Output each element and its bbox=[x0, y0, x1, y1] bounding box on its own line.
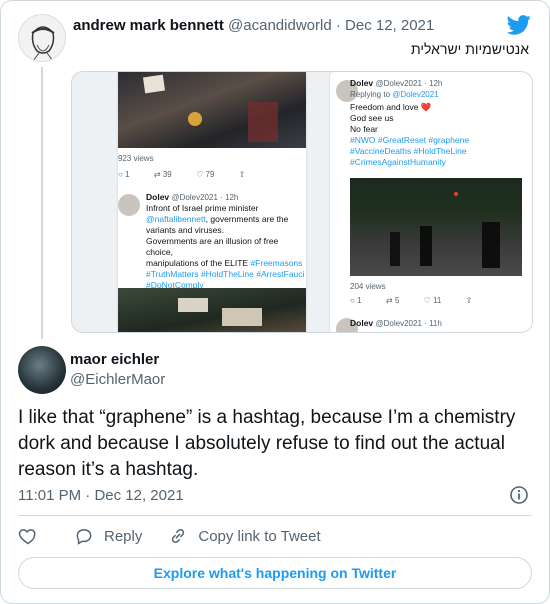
divider bbox=[18, 515, 532, 516]
like-count: ♡ 11 bbox=[423, 296, 442, 305]
street-figure bbox=[390, 232, 400, 266]
embedded-handle-time: @Dolev2021 · 12h bbox=[375, 79, 443, 88]
author-handle[interactable]: @EichlerMaor bbox=[70, 371, 165, 388]
meta-separator: · bbox=[335, 17, 341, 34]
protest-sign bbox=[222, 308, 262, 326]
embedded-tweet-right: Dolev @Dolev2021 · 12h Replying to @Dole… bbox=[330, 72, 532, 332]
meta-separator: · bbox=[85, 487, 91, 504]
tweet-timestamp[interactable]: 11:01 PM · Dec 12, 2021 bbox=[18, 487, 184, 504]
embedded-handle-time: @Dolev2021 · 12h bbox=[171, 193, 239, 202]
embedded-hashtags: #NWO #GreatReset #graphene bbox=[350, 135, 470, 145]
protest-photo bbox=[118, 288, 306, 332]
night-street-photo bbox=[350, 178, 522, 276]
embedded-line: manipulations of the ELITE bbox=[146, 258, 249, 268]
embedded-author: Dolev bbox=[146, 192, 170, 202]
author-name[interactable]: maor eichler bbox=[70, 351, 159, 368]
embedded-mention: @naftalibennett bbox=[146, 214, 206, 224]
reply-button[interactable]: Reply bbox=[74, 526, 142, 546]
embedded-tweet-body: Dolev @Dolev2021 · 12h Replying to @Dole… bbox=[350, 78, 530, 168]
author-avatar-andrew[interactable] bbox=[18, 14, 66, 62]
embedded-hashtags: #VaccineDeaths #HoldTheLine bbox=[350, 146, 467, 156]
embedded-hashtag: #Freemasons bbox=[250, 258, 303, 268]
embedded-actions: ○ 1 ⇄ 39 ♡ 79 ⇧ bbox=[118, 169, 268, 179]
embedded-author: Dolev bbox=[350, 78, 374, 88]
tweet-media-image[interactable]: 923 views ○ 1 ⇄ 39 ♡ 79 ⇧ Dolev @Dolev20… bbox=[71, 71, 533, 333]
embedded-hashtags: #TruthMatters #HoldTheLine #ArrestFauci bbox=[146, 269, 305, 279]
copy-link-label: Copy link to Tweet bbox=[198, 527, 321, 545]
traffic-light bbox=[454, 192, 458, 196]
embedded-avatar bbox=[118, 194, 140, 216]
embedded-line: Governments are an illusion of free choi… bbox=[146, 236, 279, 257]
embedded-line: Freedom and love bbox=[350, 102, 419, 112]
like-button[interactable] bbox=[18, 526, 48, 546]
twitter-bird-icon[interactable] bbox=[507, 15, 531, 35]
like-count: ♡ 79 bbox=[196, 170, 215, 179]
view-count: 923 views bbox=[118, 154, 154, 163]
heart-icon bbox=[18, 529, 36, 545]
share-icon: ⇧ bbox=[238, 170, 246, 179]
explore-twitter-button[interactable]: Explore what's happening on Twitter bbox=[18, 557, 532, 589]
reply-bubble-icon bbox=[76, 528, 92, 545]
author-name[interactable]: andrew mark bennett bbox=[73, 17, 224, 34]
author-handle[interactable]: @acandidworld bbox=[228, 17, 332, 34]
thread-connector bbox=[41, 67, 43, 339]
copy-link-button[interactable]: Copy link to Tweet bbox=[168, 526, 321, 546]
embedded-tweet-next: Dolev @Dolev2021 · 11h bbox=[350, 318, 442, 328]
crowd-figure bbox=[188, 112, 202, 126]
replying-to-label: Replying to bbox=[350, 90, 391, 99]
crowd-figure bbox=[248, 102, 278, 142]
embedded-handle-time: @Dolev2021 · 11h bbox=[375, 319, 442, 328]
embedded-hashtags: #CrimesAgainstHumanity bbox=[350, 157, 446, 167]
embedded-tweet-body: Dolev @Dolev2021 · 12h Infront of Israel… bbox=[146, 192, 306, 291]
embedded-line: , governments are the bbox=[205, 214, 289, 224]
tweet-time: 11:01 PM bbox=[18, 487, 82, 504]
retweet-count: ⇄ 39 bbox=[153, 170, 172, 179]
sketch-portrait-icon bbox=[31, 26, 55, 61]
embedded-tweet-left: 923 views ○ 1 ⇄ 39 ♡ 79 ⇧ Dolev @Dolev20… bbox=[118, 72, 306, 332]
author-avatar-maor[interactable] bbox=[18, 346, 66, 394]
tweet-date: Dec 12, 2021 bbox=[94, 487, 184, 504]
protest-sign bbox=[178, 298, 208, 312]
street-figure bbox=[420, 226, 432, 266]
tweet-date[interactable]: Dec 12, 2021 bbox=[345, 17, 434, 34]
replying-to-handle: @Dolev2021 bbox=[392, 90, 439, 99]
embedded-actions: ○ 1 ⇄ 5 ♡ 11 ⇧ bbox=[350, 295, 494, 305]
view-count: 204 views bbox=[350, 282, 386, 291]
crowd-photo bbox=[118, 72, 306, 148]
tweet-text: I like that “graphene” is a hashtag, bec… bbox=[18, 407, 516, 480]
reply-count: ○ 1 bbox=[118, 170, 130, 179]
reply-count: ○ 1 bbox=[350, 296, 362, 305]
tweet-actions: Reply Copy link to Tweet bbox=[18, 525, 347, 547]
protest-sign bbox=[142, 74, 166, 94]
embedded-line: God see us bbox=[350, 113, 394, 123]
info-icon[interactable] bbox=[509, 485, 529, 505]
heart-emoji: ❤️ bbox=[420, 102, 432, 112]
link-icon bbox=[172, 528, 185, 544]
tweet-embed-card: andrew mark bennett @acandidworld · Dec … bbox=[0, 0, 550, 604]
retweet-count: ⇄ 5 bbox=[385, 296, 400, 305]
embedded-author: Dolev bbox=[350, 318, 374, 328]
embedded-line: No fear bbox=[350, 124, 378, 134]
street-figure bbox=[482, 222, 500, 268]
tweet-text-hebrew: אנטישמיות ישראלית bbox=[411, 41, 529, 57]
embedded-line: variants and viruses. bbox=[146, 225, 224, 235]
reply-label: Reply bbox=[104, 527, 143, 545]
embedded-line: Infront of Israel prime minister bbox=[146, 203, 259, 213]
tweet-header: andrew mark bennett @acandidworld · Dec … bbox=[73, 17, 434, 34]
share-icon: ⇧ bbox=[465, 296, 473, 305]
